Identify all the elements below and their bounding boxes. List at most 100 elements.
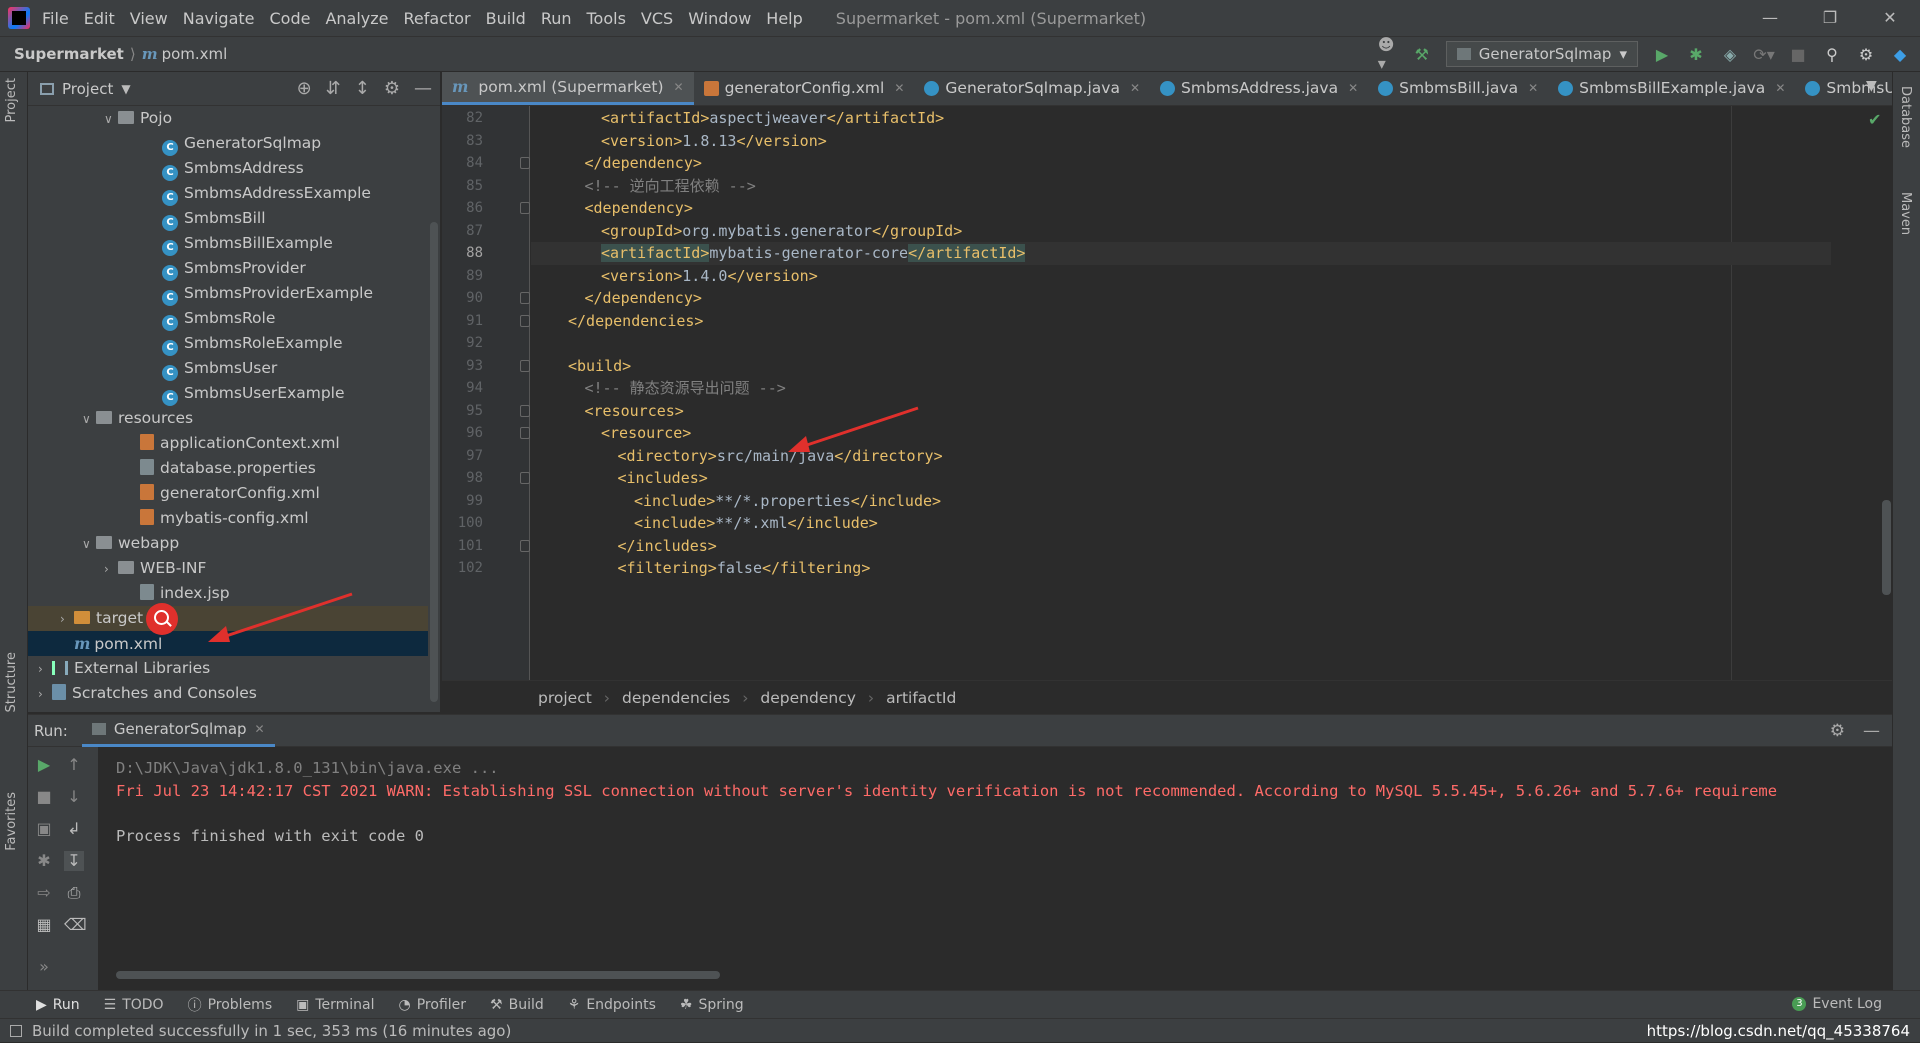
menu-code[interactable]: Code — [270, 9, 311, 28]
code-line[interactable]: <filtering>false</filtering> — [531, 557, 1831, 580]
locate-icon[interactable]: ⊕ — [297, 78, 312, 99]
code-line[interactable]: </dependency> — [531, 152, 1831, 175]
run-configuration-select[interactable]: GeneratorSqlmap ▾ — [1445, 41, 1638, 67]
code-line[interactable]: <artifactId>mybatis-generator-core</arti… — [531, 242, 1831, 265]
trash-icon[interactable]: ⌫ — [64, 915, 87, 935]
chevron-right-icon[interactable]: › — [104, 557, 118, 582]
debug-icon[interactable]: ✱ — [1686, 44, 1706, 64]
camera-icon[interactable]: ▣ — [34, 819, 54, 839]
menu-edit[interactable]: Edit — [84, 9, 115, 28]
tree-item[interactable]: C SmbmsRole — [28, 306, 428, 331]
tree-item[interactable]: C SmbmsUser — [28, 356, 428, 381]
tree-item[interactable]: C SmbmsAddress — [28, 156, 428, 181]
chevron-right-icon[interactable]: › — [38, 657, 52, 682]
chevron-right-icon[interactable]: › — [60, 607, 74, 632]
menu-window[interactable]: Window — [688, 9, 751, 28]
tree-item[interactable]: › Scratches and Consoles — [28, 681, 428, 706]
nav-project[interactable]: Supermarket — [14, 45, 124, 63]
code-line[interactable]: <resources> — [531, 400, 1831, 423]
up-arrow-icon[interactable]: ↑ — [64, 755, 84, 775]
code-line[interactable]: <includes> — [531, 467, 1831, 490]
event-log-button[interactable]: 3 Event Log — [1792, 996, 1882, 1012]
code-line[interactable]: </includes> — [531, 535, 1831, 558]
close-icon[interactable]: ✕ — [894, 81, 904, 95]
hide-icon[interactable]: — — [414, 78, 432, 99]
code-line[interactable]: </dependency> — [531, 287, 1831, 310]
console-horizontal-scrollbar[interactable] — [116, 971, 720, 979]
minimize-icon[interactable]: — — [1740, 0, 1800, 36]
settings-gear-icon[interactable]: ⚙ — [1856, 44, 1876, 64]
code-line[interactable]: <artifactId>aspectjweaver</artifactId> — [531, 107, 1831, 130]
tool-tab-terminal[interactable]: ▣ Terminal — [296, 997, 374, 1013]
fold-marker-icon[interactable] — [520, 404, 530, 417]
menu-help[interactable]: Help — [766, 9, 802, 28]
fold-marker-icon[interactable] — [520, 359, 530, 372]
project-view-select[interactable]: Project — [62, 80, 113, 98]
run-tab-generatorsqlmap[interactable]: GeneratorSqlmap ✕ — [81, 715, 275, 747]
scroll-to-end-icon[interactable]: ↧ — [64, 851, 84, 871]
editor-tab[interactable]: SmbmsAddress.java ✕ — [1150, 72, 1368, 105]
menu-analyze[interactable]: Analyze — [325, 9, 388, 28]
status-panel-icon[interactable] — [10, 1024, 22, 1037]
tool-tab-build[interactable]: ⚒ Build — [490, 997, 544, 1013]
nav-file[interactable]: pom.xml — [162, 45, 228, 63]
tool-tab-run[interactable]: ▶ Run — [36, 997, 80, 1013]
code-line[interactable]: <!-- 逆向工程依赖 --> — [531, 175, 1831, 198]
menu-vcs[interactable]: VCS — [641, 9, 673, 28]
editor-tab[interactable]: m pom.xml (Supermarket) ✕ — [442, 72, 694, 105]
rerun-icon[interactable]: ▶ — [34, 755, 54, 775]
fold-marker-icon[interactable] — [520, 202, 530, 214]
code-line[interactable] — [531, 332, 1831, 355]
code-line[interactable]: <!-- 静态资源导出问题 --> — [531, 377, 1831, 400]
close-icon[interactable]: ✕ — [1528, 81, 1538, 95]
menu-navigate[interactable]: Navigate — [183, 9, 255, 28]
project-scrollbar[interactable] — [430, 222, 438, 702]
fold-marker-icon[interactable] — [520, 427, 530, 439]
tool-tab-problems[interactable]: ⓘ Problems — [188, 995, 273, 1015]
editor-tab[interactable]: generatorConfig.xml ✕ — [694, 72, 915, 105]
breadcrumb-item[interactable]: dependencies — [622, 689, 730, 707]
close-icon[interactable]: ✕ — [1130, 81, 1140, 95]
tabs-overflow-chevron-icon[interactable]: ▼ — [1866, 78, 1877, 94]
expand-all-icon[interactable]: ⇵ — [326, 78, 341, 99]
profile-icon[interactable]: ⟳▾ — [1753, 44, 1774, 64]
code-line[interactable]: <dependency> — [531, 197, 1831, 220]
soft-wrap-icon[interactable]: ↲ — [64, 819, 84, 839]
breadcrumb-item[interactable]: dependency — [760, 689, 855, 707]
tree-item[interactable]: m pom.xml — [28, 631, 428, 656]
maven-tool-button[interactable]: Maven — [1898, 192, 1913, 235]
code-line[interactable]: <version>1.4.0</version> — [531, 265, 1831, 288]
favorites-tool-button[interactable]: Favorites — [4, 792, 19, 851]
print-icon[interactable]: ⎙ — [64, 883, 84, 903]
console-output[interactable]: D:\JDK\Java\jdk1.8.0_131\bin\java.exe ..… — [100, 747, 1892, 991]
menu-refactor[interactable]: Refactor — [404, 9, 471, 28]
hide-icon[interactable]: — — [1863, 721, 1880, 741]
menu-build[interactable]: Build — [486, 9, 526, 28]
editor-tab[interactable]: GeneratorSqlmap.java ✕ — [914, 72, 1150, 105]
tool-tab-endpoints[interactable]: ⚘ Endpoints — [568, 997, 656, 1013]
code-line[interactable]: <include>**/*.properties</include> — [531, 490, 1831, 513]
tree-item[interactable]: C SmbmsRoleExample — [28, 331, 428, 356]
fold-marker-icon[interactable] — [520, 472, 530, 484]
layout-icon[interactable]: ▦ — [34, 915, 54, 935]
database-tool-button[interactable]: Database — [1898, 86, 1913, 148]
code-line[interactable]: <resource> — [531, 422, 1831, 445]
tree-item[interactable]: database.properties — [28, 456, 428, 481]
fold-marker-icon[interactable] — [520, 539, 530, 552]
breadcrumb-item[interactable]: artifactId — [886, 689, 956, 707]
tree-item[interactable]: C SmbmsBillExample — [28, 231, 428, 256]
tree-item[interactable]: › target — [28, 606, 428, 631]
run-icon[interactable]: ▶ — [1652, 44, 1672, 64]
exit-icon[interactable]: ⇨ — [34, 883, 54, 903]
code-line[interactable]: <groupId>org.mybatis.generator</groupId> — [531, 220, 1831, 243]
gear-icon[interactable]: ⚙ — [1830, 721, 1845, 741]
code-line[interactable]: <include>**/*.xml</include> — [531, 512, 1831, 535]
fold-marker-icon[interactable] — [520, 292, 530, 304]
stop-icon[interactable]: ■ — [1788, 44, 1808, 64]
tree-item[interactable]: C SmbmsUserExample — [28, 381, 428, 406]
plugin-icon[interactable]: ◆ — [1890, 44, 1910, 64]
code-line[interactable]: <directory>src/main/java</directory> — [531, 445, 1831, 468]
fold-marker-icon[interactable] — [520, 157, 530, 169]
fold-marker-icon[interactable] — [520, 314, 530, 327]
structure-tool-button[interactable]: Structure — [4, 652, 19, 712]
